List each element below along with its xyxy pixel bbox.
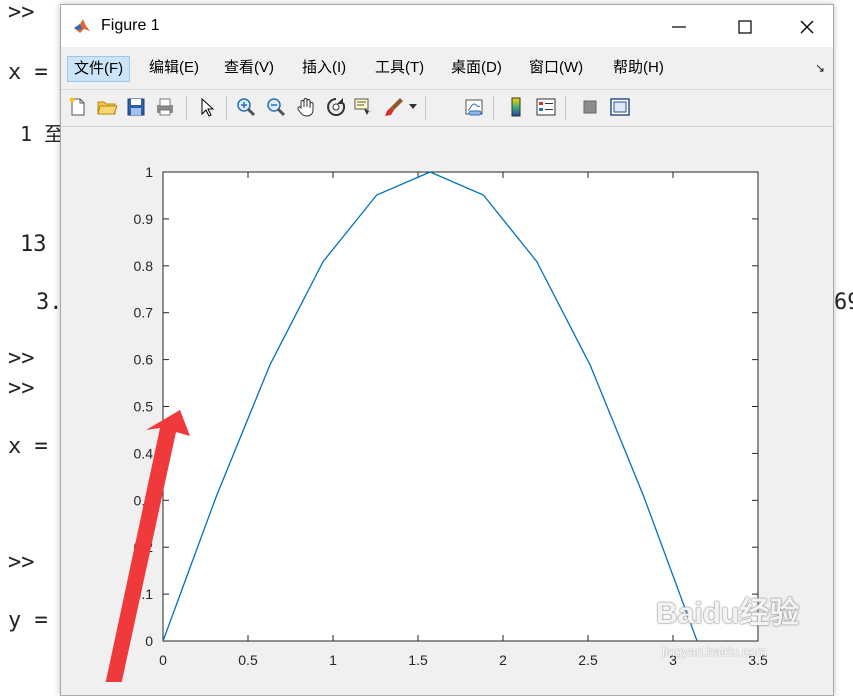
title-bar[interactable]: Figure 1: [61, 5, 833, 47]
y-tick-label: 0.1: [134, 586, 154, 602]
y-tick-label: 0.2: [134, 539, 154, 555]
show-plot-tools-icon[interactable]: [609, 96, 631, 118]
console-line: x =: [8, 434, 48, 459]
menu-window[interactable]: 窗口(W): [523, 56, 589, 80]
console-line: y =: [8, 608, 48, 633]
window-title: Figure 1: [101, 17, 160, 35]
maximize-icon: [737, 19, 753, 35]
toolbar-separator: [186, 96, 187, 120]
maximize-button[interactable]: [717, 9, 773, 43]
edit-plot-icon[interactable]: [196, 96, 218, 118]
matlab-logo-icon: [73, 17, 91, 35]
data-cursor-icon[interactable]: [353, 96, 375, 118]
watermark-logo: Baidu经验: [656, 588, 799, 632]
print-icon[interactable]: [154, 96, 176, 118]
figure-toolbar: [61, 89, 833, 127]
minimize-icon: [671, 19, 687, 35]
link-plot-icon[interactable]: [463, 96, 485, 118]
y-tick-label: 0.5: [134, 399, 154, 415]
menu-view[interactable]: 查看(V): [218, 56, 280, 80]
y-tick-label: 0.3: [134, 492, 154, 508]
rotate-3d-icon[interactable]: [325, 96, 347, 118]
y-tick-label: 0.9: [134, 211, 154, 227]
console-line: 69: [834, 290, 853, 315]
zoom-out-icon[interactable]: [265, 96, 287, 118]
console-line: >>: [8, 550, 35, 575]
console-line: 13: [20, 232, 47, 257]
y-tick-label: 0.6: [134, 352, 154, 368]
x-tick-label: 1.5: [408, 652, 428, 668]
console-line: >>: [8, 346, 35, 371]
menu-tools[interactable]: 工具(T): [369, 56, 430, 80]
menu-help[interactable]: 帮助(H): [607, 56, 670, 80]
y-tick-label: 1: [145, 164, 153, 180]
new-figure-icon[interactable]: [67, 96, 89, 118]
console-line: >>: [8, 376, 35, 401]
menu-edit[interactable]: 编辑(E): [143, 56, 205, 80]
y-tick-label: 0.8: [134, 258, 154, 274]
menu-overflow-icon[interactable]: ↘: [815, 61, 825, 75]
menu-desktop[interactable]: 桌面(D): [445, 56, 508, 80]
zoom-in-icon[interactable]: [235, 96, 257, 118]
x-tick-label: 2.5: [578, 652, 598, 668]
open-file-icon[interactable]: [96, 96, 118, 118]
console-line: 3.: [36, 290, 63, 315]
toolbar-separator: [226, 96, 227, 120]
brush-dropdown-icon[interactable]: [409, 104, 417, 110]
close-icon: [799, 19, 815, 35]
console-line: 1 至: [20, 118, 64, 147]
pan-icon[interactable]: [295, 96, 317, 118]
x-tick-label: 0: [159, 652, 167, 668]
console-line: >>: [8, 0, 35, 25]
x-tick-label: 0.5: [238, 652, 258, 668]
x-tick-label: 2: [499, 652, 507, 668]
x-tick-label: 1: [329, 652, 337, 668]
minimize-button[interactable]: [651, 9, 707, 43]
y-tick-label: 0.4: [134, 445, 154, 461]
menu-bar: 文件(F) 编辑(E) 查看(V) 插入(I) 工具(T) 桌面(D) 窗口(W…: [61, 49, 833, 87]
close-button[interactable]: [779, 9, 835, 43]
watermark: Baidu经验 jingyan.baidu.com: [656, 588, 846, 668]
colorbar-icon[interactable]: [505, 96, 527, 118]
save-icon[interactable]: [125, 96, 147, 118]
legend-icon[interactable]: [535, 96, 557, 118]
y-tick-label: 0.7: [134, 305, 154, 321]
toolbar-separator: [493, 96, 494, 120]
brush-icon[interactable]: [383, 96, 405, 118]
hide-plot-tools-icon[interactable]: [579, 96, 601, 118]
console-line: x =: [8, 60, 48, 85]
toolbar-separator: [565, 96, 566, 120]
watermark-url: jingyan.baidu.com: [662, 644, 767, 659]
y-tick-label: 0: [145, 633, 153, 649]
menu-insert[interactable]: 插入(I): [296, 56, 352, 80]
menu-file[interactable]: 文件(F): [67, 56, 130, 82]
toolbar-separator: [425, 96, 426, 120]
